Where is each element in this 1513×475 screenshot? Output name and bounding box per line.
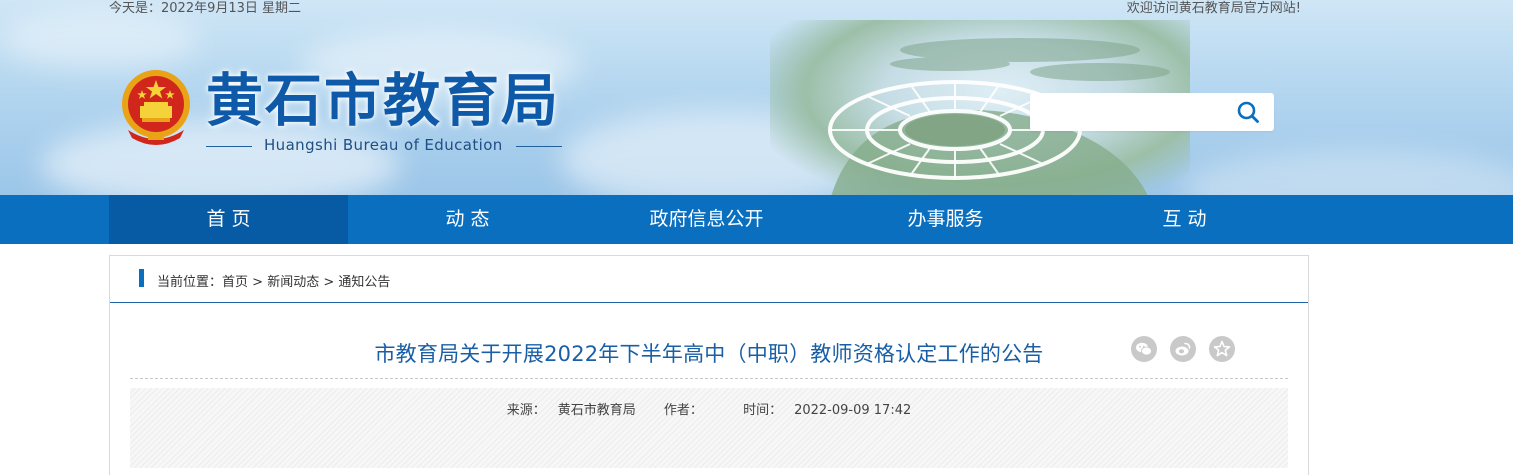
source-value: 黄石市教育局 — [557, 403, 636, 418]
time-field: 时间： 2022-09-09 17:42 — [737, 403, 917, 418]
wechat-icon[interactable] — [1131, 336, 1157, 362]
weibo-icon[interactable] — [1170, 336, 1196, 362]
article-meta: 来源： 黄石市教育局 作者： 时间： 2022-09-09 17:42 — [130, 399, 1288, 418]
nav-item-home[interactable]: 首 页 — [109, 195, 348, 244]
search-box — [1030, 93, 1274, 131]
cloud-decoration — [0, 10, 200, 70]
breadcrumb-text: 当前位置：首页 > 新闻动态 > 通知公告 — [157, 271, 390, 290]
nav-item-gov-info[interactable]: 政府信息公开 — [587, 195, 826, 244]
search-icon[interactable] — [1236, 100, 1260, 124]
breadcrumb-home-link[interactable]: 首页 — [222, 275, 248, 290]
breadcrumb-prefix: 当前位置： — [157, 275, 223, 290]
national-emblem-icon — [118, 68, 194, 148]
breadcrumb-marker — [139, 269, 144, 287]
cloud-decoration — [1180, 150, 1513, 195]
breadcrumb: 当前位置：首页 > 新闻动态 > 通知公告 — [110, 256, 1308, 303]
subtitle-divider — [516, 146, 562, 147]
nav-item-news[interactable]: 动 态 — [348, 195, 587, 244]
search-input[interactable] — [1038, 99, 1228, 125]
article-title: 市教育局关于开展2022年下半年高中（中职）教师资格认定工作的公告 — [374, 342, 1044, 366]
author-label: 作者： — [663, 403, 703, 418]
article-meta-box: 来源： 黄石市教育局 作者： 时间： 2022-09-09 17:42 — [130, 388, 1288, 468]
author-field: 作者： — [658, 403, 721, 418]
current-date: 今天是：2022年9月13日 星期二 — [109, 1, 302, 16]
site-subtitle-text: Huangshi Bureau of Education — [264, 136, 503, 154]
article-panel: 当前位置：首页 > 新闻动态 > 通知公告 市教育局关于开展2022年下半年高中… — [109, 255, 1309, 475]
subtitle-divider — [206, 146, 252, 147]
site-subtitle: Huangshi Bureau of Education — [206, 136, 562, 156]
breadcrumb-notice-link[interactable]: 通知公告 — [338, 275, 390, 290]
main-nav: 首 页 动 态 政府信息公开 办事服务 互 动 — [0, 195, 1513, 244]
breadcrumb-separator: > — [252, 275, 264, 290]
source-field: 来源： 黄石市教育局 — [501, 403, 642, 418]
source-label: 来源： — [506, 403, 546, 418]
breadcrumb-news-link[interactable]: 新闻动态 — [267, 275, 319, 290]
breadcrumb-separator: > — [323, 275, 335, 290]
welcome-text: 欢迎访问黄石教育局官方网站! — [1126, 1, 1301, 16]
favorite-star-icon[interactable] — [1209, 336, 1235, 362]
site-header: 今天是：2022年9月13日 星期二 欢迎访问黄石教育局官方网站! 黄石市教育局… — [0, 0, 1513, 195]
title-divider — [130, 378, 1288, 379]
time-value: 2022-09-09 17:42 — [794, 403, 912, 418]
time-label: 时间： — [743, 403, 783, 418]
nav-item-interaction[interactable]: 互 动 — [1065, 195, 1304, 244]
nav-item-services[interactable]: 办事服务 — [826, 195, 1065, 244]
site-title: 黄石市教育局 — [206, 67, 560, 134]
